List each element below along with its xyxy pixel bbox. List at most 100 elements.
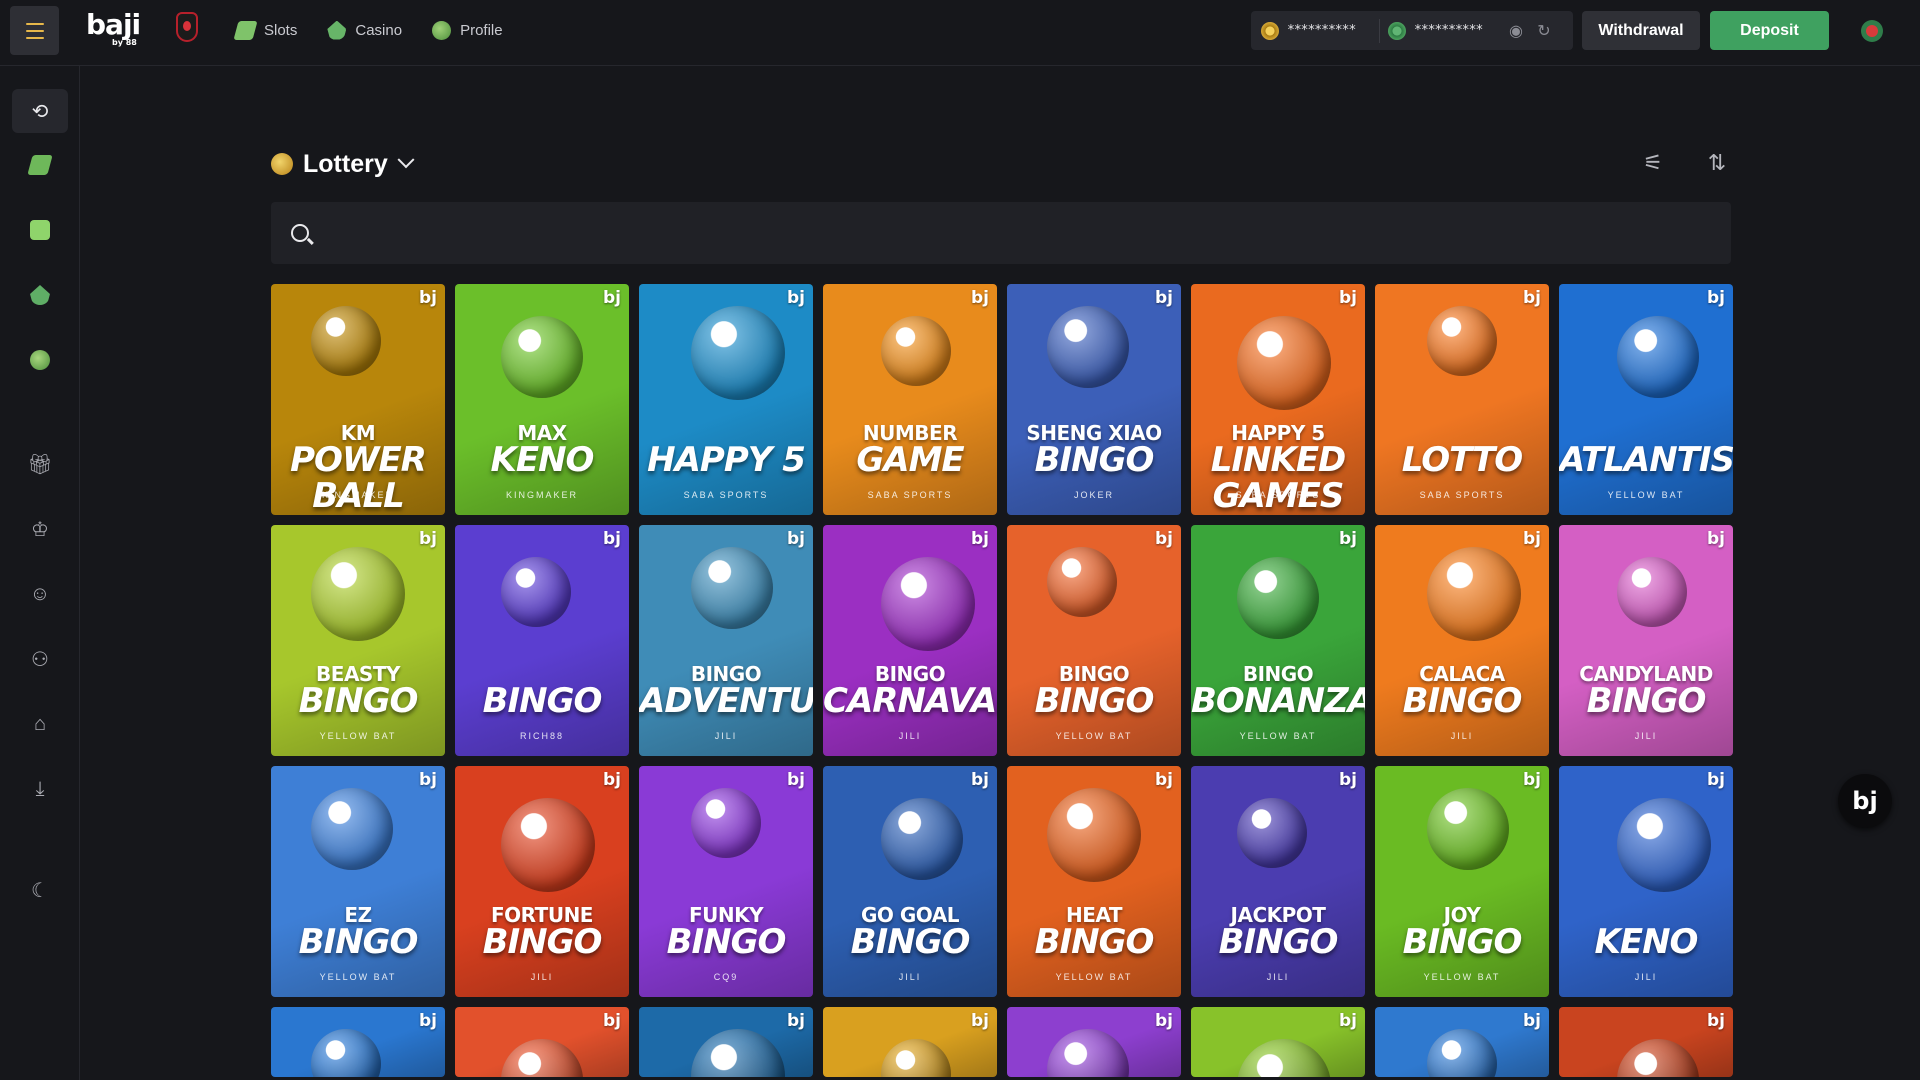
sidebar-item-affiliate[interactable]: ⚇ [12, 637, 68, 681]
game-provider: YELLOW BAT [1239, 731, 1317, 741]
sidebar-item-recent[interactable]: ⟲ [12, 89, 68, 133]
brand-badge: bj [1523, 770, 1541, 790]
game-art [1427, 788, 1509, 870]
eye-icon[interactable]: ◉ [1506, 21, 1526, 41]
game-tile[interactable]: bj EZ BINGO YELLOW BAT [271, 766, 445, 997]
nav-profile-label: Profile [460, 21, 503, 39]
sidebar-item-promotions[interactable]: 🎁︎ [12, 442, 68, 486]
game-tile[interactable]: bj MAX KENO KINGMAKER [455, 284, 629, 515]
theme-moon-icon: ☾ [31, 879, 49, 902]
game-art [1427, 1029, 1497, 1077]
game-provider: YELLOW BAT [319, 731, 397, 741]
game-tile[interactable]: bj CALACA BINGO JILI [1375, 525, 1549, 756]
sidebar-item-friends[interactable]: ☺ [12, 572, 68, 616]
game-provider: JILI [1450, 731, 1474, 741]
game-tile[interactable]: bj [1007, 1007, 1181, 1077]
search-input[interactable] [325, 224, 1705, 242]
filter-button[interactable]: ⚟ [1639, 150, 1667, 176]
brand-badge: bj [1707, 288, 1725, 308]
game-tile[interactable]: bj JOY BINGO YELLOW BAT [1375, 766, 1549, 997]
sidebar-item-casino[interactable] [12, 273, 68, 317]
brand-badge: bj [787, 770, 805, 790]
game-tile[interactable]: bj NUMBER GAME SABA SPORTS [823, 284, 997, 515]
nav-casino[interactable]: Casino [327, 20, 402, 40]
game-tile[interactable]: bj FUNKY BINGO CQ9 [639, 766, 813, 997]
game-tile[interactable]: bj CANDYLAND BINGO JILI [1559, 525, 1733, 756]
game-provider: CQ9 [713, 972, 739, 982]
brand-badge: bj [603, 1011, 621, 1031]
brand-badge: bj [603, 288, 621, 308]
game-tile[interactable]: bj ATLANTIS YELLOW BAT [1559, 284, 1733, 515]
game-tile[interactable]: bj [455, 1007, 629, 1077]
game-tile[interactable]: bj BINGO RICH88 [455, 525, 629, 756]
game-title: BINGO [1034, 681, 1155, 721]
game-tile[interactable]: bj GO GOAL BINGO JILI [823, 766, 997, 997]
category-selector[interactable]: Lottery [271, 140, 1731, 188]
withdrawal-button[interactable]: Withdrawal [1582, 11, 1700, 50]
sidebar-item-theme[interactable]: ☾ [12, 868, 68, 912]
search-bar[interactable] [271, 202, 1731, 264]
game-title: CARNAVAL [823, 681, 997, 721]
game-tile[interactable]: bj HEAT BINGO YELLOW BAT [1007, 766, 1181, 997]
game-tile[interactable]: bj KM POWER BALL KINGMAKER [271, 284, 445, 515]
sidebar-item-sports[interactable] [12, 208, 68, 252]
game-art [1237, 316, 1331, 410]
hamburger-menu-button[interactable] [10, 6, 59, 55]
main-wallet-coin-icon [1261, 21, 1279, 40]
game-tile[interactable]: bj [639, 1007, 813, 1077]
sidebar-item-download[interactable]: ⤓ [12, 767, 68, 811]
game-title: BINGO [482, 922, 603, 962]
game-tile[interactable]: bj LOTTO SABA SPORTS [1375, 284, 1549, 515]
game-tile[interactable]: bj [823, 1007, 997, 1077]
brand-badge: bj [787, 529, 805, 549]
game-art [501, 798, 595, 892]
sidebar-item-slots[interactable] [12, 143, 68, 187]
club-icon: ⌂ [33, 712, 47, 735]
game-tile[interactable]: bj [1191, 1007, 1365, 1077]
game-art [311, 1029, 381, 1077]
game-tile[interactable]: bj HAPPY 5 LINKED GAMES SABA SPORTS [1191, 284, 1365, 515]
nav-slots-label: Slots [264, 21, 298, 39]
nav-slots[interactable]: Slots [233, 20, 298, 40]
game-tile[interactable]: bj HAPPY 5 SABA SPORTS [639, 284, 813, 515]
game-provider: JILI [898, 731, 922, 741]
search-icon [291, 224, 309, 242]
brand-badge: bj [1523, 529, 1541, 549]
game-title: BINGO [298, 922, 419, 962]
game-provider: KINGMAKER [505, 490, 578, 500]
main-balance: ********** [1287, 23, 1356, 38]
game-tile[interactable]: bj BEASTY BINGO YELLOW BAT [271, 525, 445, 756]
sidebar-item-club[interactable]: ⌂ [12, 702, 68, 746]
game-title: KENO [490, 440, 595, 480]
game-tile[interactable]: bj BINGO BINGO YELLOW BAT [1007, 525, 1181, 756]
language-flag-icon[interactable] [1861, 20, 1883, 42]
game-title: BINGO [1218, 922, 1339, 962]
game-tile[interactable]: bj KENO JILI [1559, 766, 1733, 997]
brand-badge: bj [419, 1011, 437, 1031]
game-tile[interactable]: bj [271, 1007, 445, 1077]
game-title: ATLANTIS [1559, 440, 1733, 480]
refresh-icon[interactable]: ↻ [1534, 21, 1554, 41]
game-tile[interactable]: bj BINGO BONANZA YELLOW BAT [1191, 525, 1365, 756]
game-tile[interactable]: bj JACKPOT BINGO JILI [1191, 766, 1365, 997]
nav-profile[interactable]: Profile [432, 20, 503, 40]
sidebar-item-vip[interactable]: ♔ [12, 507, 68, 551]
brand-badge: bj [1707, 770, 1725, 790]
game-art [1617, 798, 1711, 892]
sidebar-item-profile[interactable] [12, 338, 68, 382]
brand-badge: bj [603, 529, 621, 549]
game-grid: bj KM POWER BALL KINGMAKER bj MAX KENO KINGMAKE… [271, 284, 1733, 1077]
deposit-button[interactable]: Deposit [1710, 11, 1829, 50]
sponsor-crest-icon[interactable] [176, 12, 198, 42]
game-tile[interactable]: bjBINGOADVENTUREJILI [639, 525, 813, 756]
game-tile[interactable]: bj [1375, 1007, 1549, 1077]
brand-badge: bj [419, 529, 437, 549]
game-tile[interactable]: bj SHENG XIAO BINGO JOKER [1007, 284, 1181, 515]
live-chat-button[interactable]: bj [1838, 774, 1892, 828]
game-tile[interactable]: bj [1559, 1007, 1733, 1077]
game-tile[interactable]: bj FORTUNE BINGO JILI [455, 766, 629, 997]
sort-button[interactable]: ⇅ [1703, 150, 1731, 176]
game-tile[interactable]: bjBINGOCARNAVALJILI [823, 525, 997, 756]
slots-icon [27, 155, 53, 175]
site-logo[interactable]: baji by 88 [86, 8, 141, 47]
